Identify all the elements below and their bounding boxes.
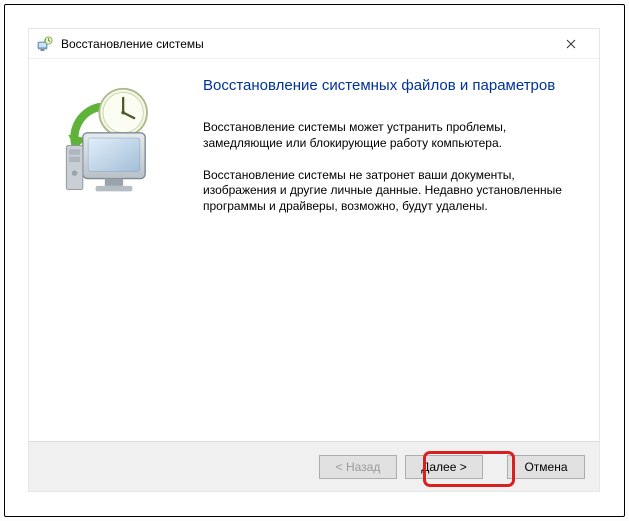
content-area: Восстановление системных файлов и параме…	[29, 59, 599, 441]
text-column: Восстановление системных файлов и параме…	[199, 67, 569, 431]
system-restore-hero-icon	[59, 81, 169, 201]
close-button[interactable]	[551, 31, 591, 57]
titlebar: Восстановление системы	[29, 29, 599, 59]
page-heading: Восстановление системных файлов и параме…	[203, 77, 569, 94]
hero-column	[59, 67, 199, 431]
back-button: < Назад	[319, 455, 397, 479]
paragraph-1: Восстановление системы может устранить п…	[203, 120, 569, 152]
cancel-button[interactable]: Отмена	[507, 455, 585, 479]
system-restore-dialog: Восстановление системы	[28, 28, 600, 492]
next-button[interactable]: Далее >	[405, 455, 483, 479]
system-restore-icon	[37, 36, 53, 52]
window-title: Восстановление системы	[61, 37, 551, 51]
paragraph-2: Восстановление системы не затронет ваши …	[203, 168, 569, 215]
close-icon	[566, 39, 576, 49]
footer-bar: < Назад Далее > Отмена	[29, 441, 599, 491]
